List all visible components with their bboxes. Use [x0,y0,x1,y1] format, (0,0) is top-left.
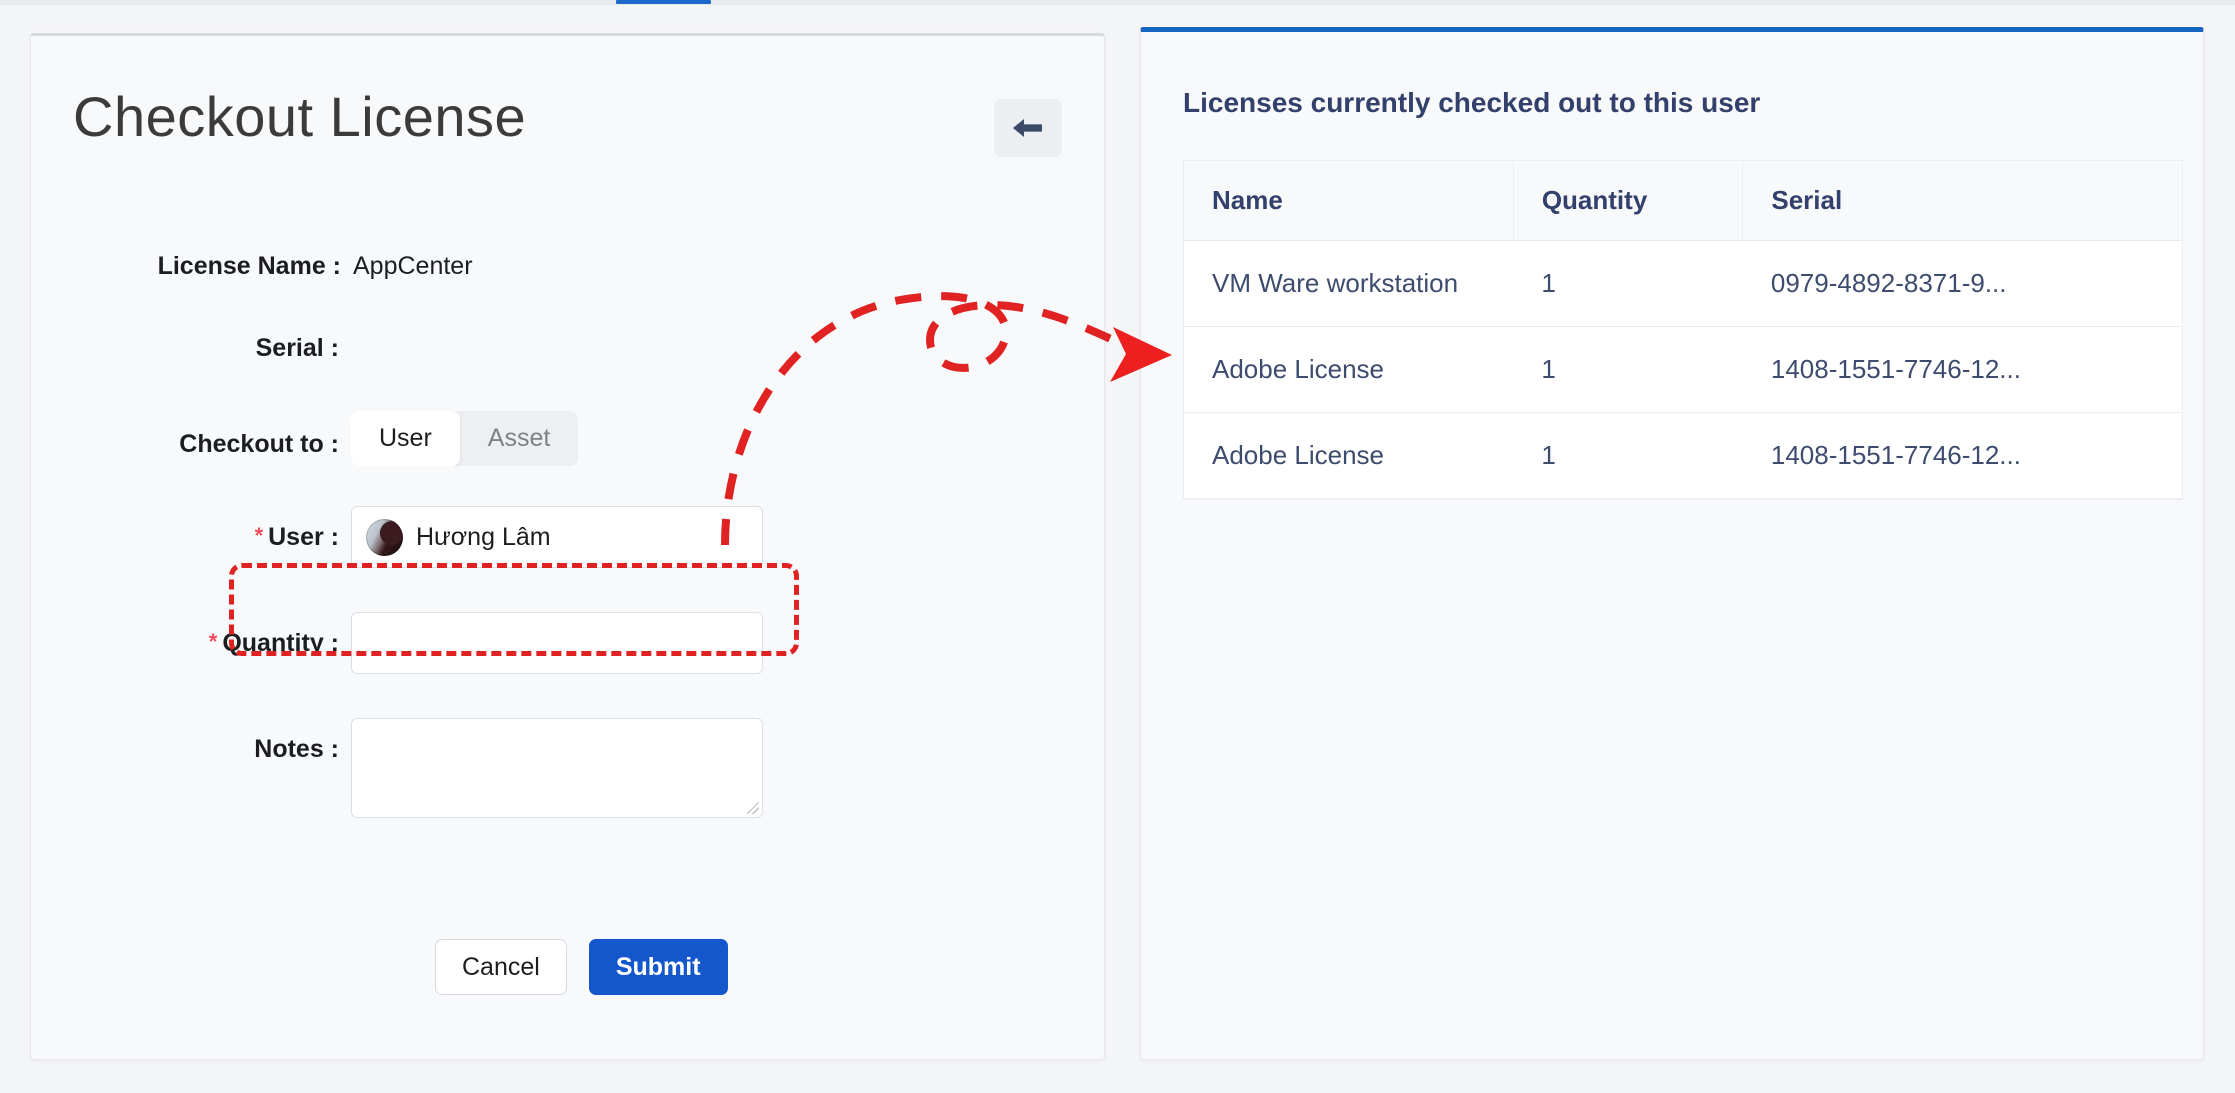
quantity-label-text: Quantity : [222,629,339,657]
table-header-row: Name Quantity Serial [1184,161,2182,241]
licenses-table: Name Quantity Serial VM Ware workstation… [1184,161,2182,499]
checkout-form: License Name : AppCenter Serial : Checko… [31,251,1106,818]
cell-serial: 1408-1551-7746-12... [1743,327,2182,413]
user-input[interactable]: Hương Lâm [351,506,763,568]
table-row[interactable]: VM Ware workstation 1 0979-4892-8371-9..… [1184,241,2182,327]
cell-serial: 1408-1551-7746-12... [1743,413,2182,499]
back-button[interactable] [994,99,1062,157]
field-row-serial: Serial : [31,333,1106,363]
screen-root: Checkout License License Name : AppCente… [0,0,2235,1093]
cell-quantity: 1 [1513,413,1743,499]
user-label-text: User : [268,523,339,551]
cell-name: Adobe License [1184,327,1513,413]
cell-name: VM Ware workstation [1184,241,1513,327]
quantity-input[interactable] [351,612,763,674]
user-label: *User : [31,522,351,552]
segment-asset[interactable]: Asset [460,411,579,466]
field-row-checkout-to: Checkout to : User Asset [31,411,1106,466]
column-header-serial[interactable]: Serial [1743,161,2182,241]
form-actions: Cancel Submit [435,939,728,995]
notes-textarea[interactable] [351,718,763,818]
user-required-marker: * [255,523,264,548]
quantity-required-marker: * [209,629,218,654]
top-tab-strip [0,0,2235,5]
checkout-license-card: Checkout License License Name : AppCente… [30,33,1105,1060]
segment-user[interactable]: User [351,411,460,466]
license-name-label: License Name : [31,251,353,281]
licenses-table-wrapper: Name Quantity Serial VM Ware workstation… [1183,160,2183,500]
cancel-button[interactable]: Cancel [435,939,567,995]
field-row-quantity: *Quantity : [31,612,1106,674]
checkout-to-label: Checkout to : [31,419,351,459]
active-tab-indicator[interactable] [616,0,711,4]
checkout-to-segmented-control[interactable]: User Asset [351,411,578,466]
cell-quantity: 1 [1513,327,1743,413]
quantity-label: *Quantity : [31,628,351,658]
cell-name: Adobe License [1184,413,1513,499]
column-header-name[interactable]: Name [1184,161,1513,241]
cell-quantity: 1 [1513,241,1743,327]
field-row-user: *User : Hương Lâm [31,506,1106,568]
license-name-value: AppCenter [353,251,473,281]
panel-title: Licenses currently checked out to this u… [1183,87,1760,119]
serial-label: Serial : [31,333,351,363]
notes-label: Notes : [31,718,351,764]
checked-out-licenses-panel: Licenses currently checked out to this u… [1140,27,2204,1060]
table-row[interactable]: Adobe License 1 1408-1551-7746-12... [1184,327,2182,413]
submit-button[interactable]: Submit [589,939,728,995]
arrow-left-icon [1011,115,1045,141]
page-title: Checkout License [73,84,526,149]
user-input-value: Hương Lâm [416,523,551,552]
table-row[interactable]: Adobe License 1 1408-1551-7746-12... [1184,413,2182,499]
cell-serial: 0979-4892-8371-9... [1743,241,2182,327]
field-row-notes: Notes : [31,718,1106,818]
user-avatar-icon [366,519,403,556]
field-row-license-name: License Name : AppCenter [31,251,1106,281]
column-header-quantity[interactable]: Quantity [1513,161,1743,241]
